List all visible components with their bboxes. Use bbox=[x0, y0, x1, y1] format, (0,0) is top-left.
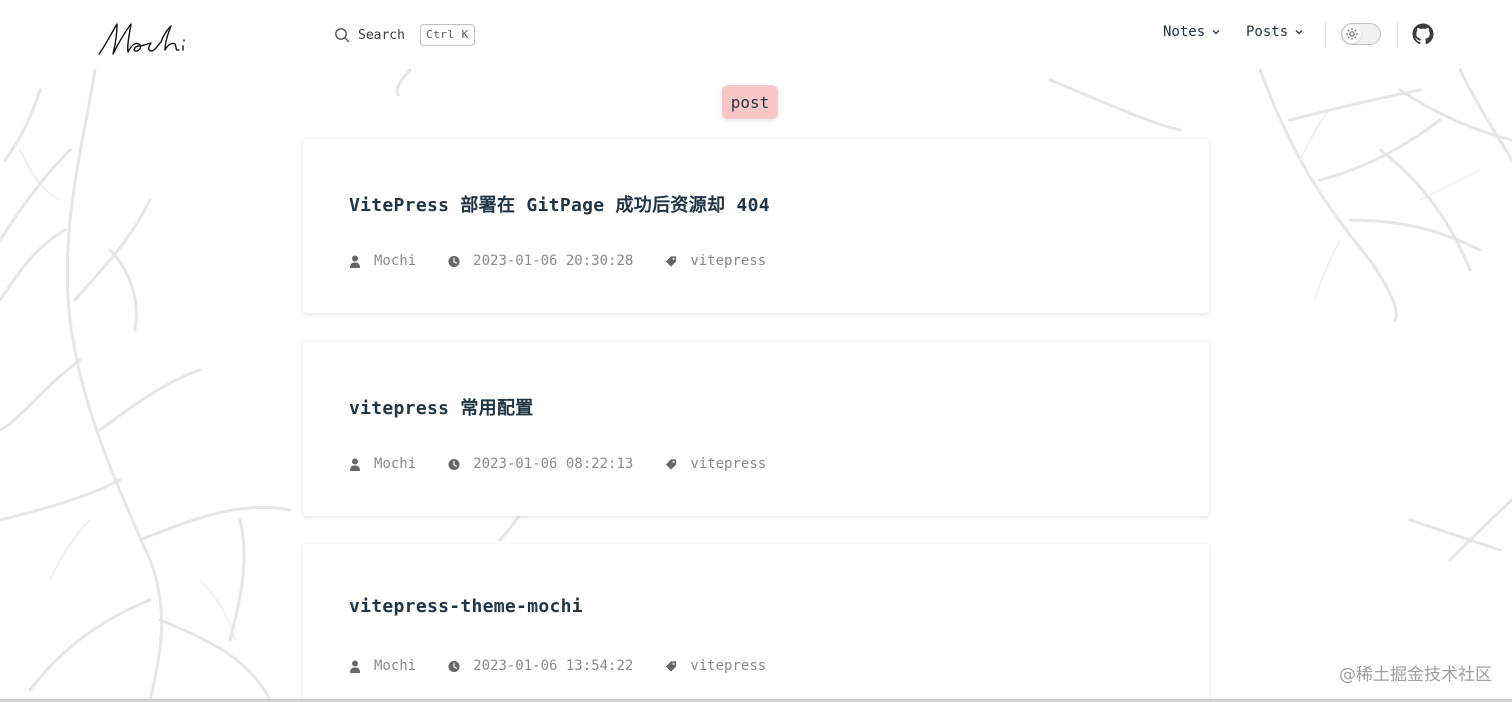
post-author-name: Mochi bbox=[374, 658, 417, 674]
post-card[interactable]: vitepress-theme-mochi Mochi 2023-01-06 1… bbox=[303, 544, 1209, 702]
post-date-value: 2023-01-06 20:30:28 bbox=[473, 253, 634, 269]
post-tags: vitepress bbox=[665, 456, 766, 472]
sun-icon bbox=[1346, 28, 1358, 40]
nav-menu-posts-label: Posts bbox=[1246, 24, 1289, 40]
post-author: Mochi bbox=[349, 253, 416, 269]
post-author-name: Mochi bbox=[374, 456, 417, 472]
user-icon bbox=[350, 255, 360, 268]
theme-toggle-switch[interactable] bbox=[1341, 23, 1381, 45]
post-title[interactable]: vitepress 常用配置 bbox=[349, 394, 534, 420]
post-card[interactable]: VitePress 部署在 GitPage 成功后资源却 404 Mochi 2… bbox=[303, 139, 1209, 313]
post-date: 2023-01-06 20:30:28 bbox=[448, 253, 633, 269]
nav-menu-notes[interactable]: Notes bbox=[1163, 24, 1221, 40]
post-tag-link[interactable]: vitepress bbox=[690, 253, 766, 269]
chevron-down-icon bbox=[1212, 30, 1220, 35]
chevron-down-icon bbox=[1295, 30, 1303, 35]
page: Search Ctrl K Notes Posts post VitePress… bbox=[0, 0, 1512, 702]
post-author: Mochi bbox=[349, 658, 416, 674]
post-date: 2023-01-06 08:22:13 bbox=[448, 456, 633, 472]
tag-icon bbox=[666, 255, 677, 267]
post-date: 2023-01-06 13:54:22 bbox=[448, 658, 633, 674]
post-title[interactable]: VitePress 部署在 GitPage 成功后资源却 404 bbox=[349, 191, 770, 217]
nav-divider bbox=[1325, 22, 1326, 48]
juejin-watermark: @稀土掘金技术社区 bbox=[1339, 665, 1492, 685]
tag-icon bbox=[666, 660, 677, 672]
post-tag-link[interactable]: vitepress bbox=[690, 456, 766, 472]
current-tag-chip: post bbox=[722, 85, 778, 119]
theme-toggle-knob bbox=[1343, 25, 1361, 43]
post-tags: vitepress bbox=[665, 658, 766, 674]
search-shortcut-badge: Ctrl K bbox=[419, 24, 475, 46]
user-icon bbox=[350, 660, 360, 673]
clock-icon bbox=[448, 458, 460, 470]
post-date-value: 2023-01-06 13:54:22 bbox=[473, 658, 634, 674]
post-title[interactable]: vitepress-theme-mochi bbox=[349, 596, 583, 617]
user-icon bbox=[350, 458, 360, 471]
post-author: Mochi bbox=[349, 456, 416, 472]
github-icon[interactable] bbox=[1412, 23, 1434, 45]
search-icon bbox=[335, 28, 350, 43]
search-label: Search bbox=[358, 27, 405, 43]
search-button[interactable]: Search Ctrl K bbox=[334, 22, 475, 48]
post-tags: vitepress bbox=[665, 253, 766, 269]
post-meta: Mochi 2023-01-06 20:30:28 vitepress bbox=[349, 253, 766, 269]
top-navbar: Search Ctrl K Notes Posts bbox=[0, 0, 1512, 68]
post-card[interactable]: vitepress 常用配置 Mochi 2023-01-06 08:22:13 bbox=[303, 342, 1209, 516]
clock-icon bbox=[448, 660, 460, 672]
post-date-value: 2023-01-06 08:22:13 bbox=[473, 456, 634, 472]
nav-menu-notes-label: Notes bbox=[1163, 24, 1206, 40]
post-author-name: Mochi bbox=[374, 253, 417, 269]
post-meta: Mochi 2023-01-06 13:54:22 vitepress bbox=[349, 658, 766, 674]
tag-icon bbox=[666, 458, 677, 470]
post-meta: Mochi 2023-01-06 08:22:13 vitepress bbox=[349, 456, 766, 472]
nav-divider bbox=[1397, 22, 1398, 48]
mochi-logo[interactable] bbox=[95, 16, 190, 60]
nav-menu-posts[interactable]: Posts bbox=[1246, 24, 1304, 40]
post-tag-link[interactable]: vitepress bbox=[690, 658, 766, 674]
clock-icon bbox=[448, 255, 460, 267]
